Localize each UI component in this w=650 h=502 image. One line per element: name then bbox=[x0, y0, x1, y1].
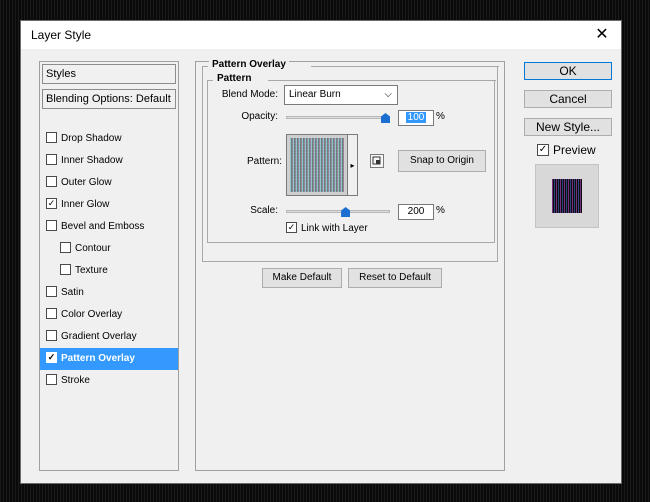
pattern-subgroup-title: Pattern bbox=[214, 73, 255, 84]
pattern-overlay-checkbox[interactable]: ✓ bbox=[46, 351, 57, 363]
opacity-value: 100 bbox=[405, 112, 427, 123]
styles-list-panel: Styles Blending Options: Default Drop Sh… bbox=[39, 61, 179, 471]
preview-swatch bbox=[552, 179, 582, 213]
link-with-layer-checkbox[interactable]: ✓ Link with Layer bbox=[286, 222, 368, 235]
pattern-label: Pattern: bbox=[246, 156, 282, 167]
style-item-bevel-and-emboss[interactable]: Bevel and Emboss bbox=[40, 216, 178, 238]
opacity-label: Opacity: bbox=[241, 111, 278, 122]
scale-input[interactable]: 200 bbox=[398, 204, 434, 220]
texture-checkbox[interactable] bbox=[60, 263, 71, 275]
bevel-and-emboss-checkbox[interactable] bbox=[46, 219, 57, 231]
scale-percent: % bbox=[436, 205, 445, 216]
pattern-overlay-panel: Pattern Overlay Pattern Blend Mode: Line… bbox=[195, 59, 505, 471]
layer-style-dialog: Layer Style ✕ Styles Blending Options: D… bbox=[20, 20, 622, 484]
style-item-label: Satin bbox=[61, 287, 84, 298]
blending-options-item[interactable]: Blending Options: Default bbox=[42, 89, 176, 109]
pattern-dropdown-icon[interactable]: ▸ bbox=[348, 134, 358, 196]
opacity-percent: % bbox=[436, 111, 445, 122]
style-item-label: Gradient Overlay bbox=[61, 331, 137, 342]
style-item-label: Drop Shadow bbox=[61, 133, 122, 144]
blend-mode-value: Linear Burn bbox=[289, 89, 341, 100]
style-item-label: Contour bbox=[75, 243, 111, 254]
contour-checkbox[interactable] bbox=[60, 241, 71, 253]
style-item-label: Bevel and Emboss bbox=[61, 221, 145, 232]
link-with-layer-check-icon: ✓ bbox=[286, 222, 297, 233]
style-item-label: Inner Glow bbox=[61, 199, 110, 210]
scale-slider-thumb[interactable] bbox=[341, 207, 351, 217]
chevron-down-icon: ⌵ bbox=[384, 89, 392, 100]
gradient-overlay-checkbox[interactable] bbox=[46, 329, 57, 341]
pattern-overlay-title: Pattern Overlay bbox=[209, 59, 289, 70]
style-item-inner-glow[interactable]: ✓ Inner Glow bbox=[40, 194, 178, 216]
inner-glow-checkbox[interactable]: ✓ bbox=[46, 197, 57, 209]
blend-mode-select[interactable]: Linear Burn ⌵ bbox=[284, 85, 398, 105]
window-title: Layer Style bbox=[31, 28, 92, 42]
color-overlay-checkbox[interactable] bbox=[46, 307, 57, 319]
pattern-subgroup: Pattern Blend Mode: Linear Burn ⌵ Opacit… bbox=[207, 73, 496, 243]
cancel-button[interactable]: Cancel bbox=[524, 90, 612, 108]
opacity-slider[interactable] bbox=[286, 116, 390, 119]
style-item-label: Color Overlay bbox=[61, 309, 123, 320]
stroke-checkbox[interactable] bbox=[46, 373, 57, 385]
opacity-slider-thumb[interactable] bbox=[381, 113, 390, 123]
preview-check-icon: ✓ bbox=[537, 143, 549, 156]
styles-header[interactable]: Styles bbox=[42, 64, 176, 84]
style-item-gradient-overlay[interactable]: Gradient Overlay bbox=[40, 326, 178, 348]
title-bar: Layer Style ✕ bbox=[21, 21, 621, 49]
opacity-input[interactable]: 100 bbox=[398, 110, 434, 126]
pattern-thumbnail bbox=[290, 138, 344, 192]
preview-checkbox[interactable]: ✓ Preview bbox=[537, 143, 596, 157]
style-item-pattern-overlay[interactable]: ✓ Pattern Overlay bbox=[40, 348, 178, 370]
link-with-layer-label: Link with Layer bbox=[301, 223, 368, 235]
style-item-label: Texture bbox=[75, 265, 108, 276]
style-item-inner-shadow[interactable]: Inner Shadow bbox=[40, 150, 178, 172]
style-preview-thumbnail bbox=[535, 164, 599, 228]
preview-label: Preview bbox=[553, 143, 596, 157]
reset-to-default-button[interactable]: Reset to Default bbox=[348, 268, 442, 288]
style-item-satin[interactable]: Satin bbox=[40, 282, 178, 304]
new-style-button[interactable]: New Style... bbox=[524, 118, 612, 136]
pattern-overlay-group: Pattern Overlay Pattern Blend Mode: Line… bbox=[202, 59, 499, 262]
style-item-texture[interactable]: Texture bbox=[40, 260, 178, 282]
style-item-stroke[interactable]: Stroke bbox=[40, 370, 178, 392]
style-item-label: Stroke bbox=[61, 375, 90, 386]
outer-glow-checkbox[interactable] bbox=[46, 175, 57, 187]
pattern-picker[interactable] bbox=[286, 134, 348, 196]
style-item-label: Inner Shadow bbox=[61, 155, 123, 166]
close-icon[interactable]: ✕ bbox=[591, 25, 613, 45]
inner-shadow-checkbox[interactable] bbox=[46, 153, 57, 165]
scale-slider[interactable] bbox=[286, 210, 390, 213]
style-item-label: Pattern Overlay bbox=[61, 353, 135, 364]
satin-checkbox[interactable] bbox=[46, 285, 57, 297]
blend-mode-label: Blend Mode: bbox=[221, 89, 278, 100]
make-default-button[interactable]: Make Default bbox=[262, 268, 342, 288]
ok-button[interactable]: OK bbox=[524, 62, 612, 80]
scale-label: Scale: bbox=[250, 205, 278, 216]
style-item-drop-shadow[interactable]: Drop Shadow bbox=[40, 128, 178, 150]
style-item-label: Outer Glow bbox=[61, 177, 112, 188]
style-item-contour[interactable]: Contour bbox=[40, 238, 178, 260]
snap-to-origin-button[interactable]: Snap to Origin bbox=[398, 150, 486, 172]
new-preset-icon[interactable] bbox=[370, 154, 384, 168]
scale-value: 200 bbox=[407, 206, 425, 217]
style-item-outer-glow[interactable]: Outer Glow bbox=[40, 172, 178, 194]
style-item-color-overlay[interactable]: Color Overlay bbox=[40, 304, 178, 326]
drop-shadow-checkbox[interactable] bbox=[46, 131, 57, 143]
